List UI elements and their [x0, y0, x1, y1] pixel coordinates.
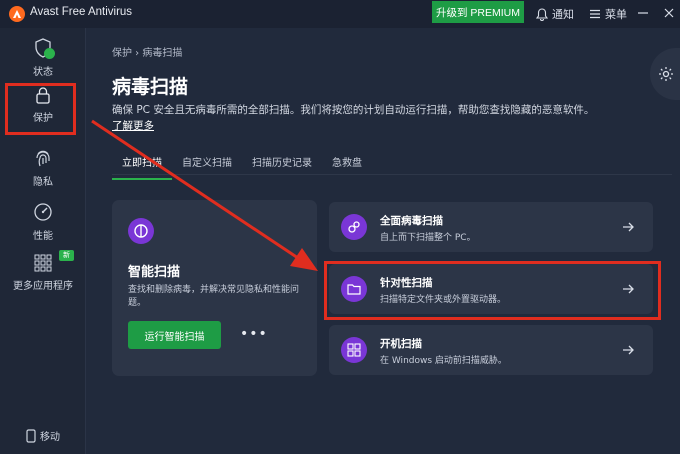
gear-icon: [659, 67, 673, 81]
menu-label: 菜单: [605, 8, 627, 21]
scan-option-title: 全面病毒扫描: [380, 215, 443, 227]
tab-divider: [112, 174, 672, 175]
learn-more-link[interactable]: 了解更多: [112, 120, 154, 132]
settings-button[interactable]: [650, 48, 680, 100]
speedometer-icon: [34, 203, 52, 221]
arrow-right-icon: [623, 222, 634, 232]
description-text: 确保 PC 安全且无病毒所需的全部扫描。我们将按您的计划自动运行扫描，帮助您查找…: [112, 104, 595, 116]
bell-icon: [536, 7, 548, 21]
upgrade-premium-button[interactable]: 升级到 PREMIUM: [432, 1, 524, 23]
app-title: Avast Free Antivirus: [30, 6, 133, 18]
title-bar: Avast Free Antivirus 升级到 PREMIUM 通知 菜单: [0, 0, 680, 28]
tab-scan-history[interactable]: 扫描历史记录: [242, 150, 322, 180]
more-options-button[interactable]: •••: [240, 326, 268, 342]
sidebar-item-label: 保护: [33, 113, 53, 124]
notifications-button[interactable]: 通知: [536, 6, 574, 22]
lock-icon: [36, 87, 50, 104]
smart-scan-title: 智能扫描: [128, 265, 181, 280]
arrow-right-icon: [623, 345, 634, 355]
avast-logo-icon: [9, 6, 25, 22]
new-badge: 新: [59, 250, 74, 261]
fingerprint-icon: [36, 150, 50, 167]
menu-button[interactable]: 菜单: [589, 6, 627, 22]
full-virus-scan-card[interactable]: 全面病毒扫描 自上而下扫描整个 PC。: [329, 202, 653, 252]
annotation-highlight-targeted-scan: [324, 261, 661, 320]
sidebar-item-mobile[interactable]: 移动: [0, 428, 86, 443]
sidebar-item-label: 状态: [33, 67, 53, 78]
phone-icon: [26, 428, 36, 443]
smart-scan-icon: [128, 218, 154, 244]
hamburger-icon: [590, 9, 600, 19]
minimize-icon[interactable]: [634, 4, 652, 22]
scan-option-title: 开机扫描: [380, 338, 422, 350]
sidebar-item-label: 性能: [33, 231, 53, 242]
check-badge-icon: [44, 48, 55, 59]
grid-icon: [34, 254, 52, 272]
tab-custom-scan[interactable]: 自定义扫描: [172, 150, 242, 180]
sidebar-item-label: 更多应用程序: [13, 281, 73, 292]
tab-bar: 立即扫描 自定义扫描 扫描历史记录 急救盘: [112, 150, 372, 180]
tab-scan-now[interactable]: 立即扫描: [112, 150, 172, 180]
close-icon[interactable]: [660, 4, 678, 22]
boot-time-scan-card[interactable]: 开机扫描 在 Windows 启动前扫描威胁。: [329, 325, 653, 375]
tab-rescue-disk[interactable]: 急救盘: [322, 150, 372, 180]
sidebar-item-protection[interactable]: 保护: [0, 86, 86, 124]
page-title: 病毒扫描: [112, 76, 189, 98]
scan-option-subtitle: 自上而下扫描整个 PC。: [380, 233, 476, 243]
sidebar-item-label: 移动: [40, 432, 60, 443]
sidebar-item-privacy[interactable]: 隐私: [0, 148, 86, 188]
windows-grid-icon: [341, 337, 367, 363]
sidebar-item-performance[interactable]: 性能: [0, 202, 86, 242]
scan-option-subtitle: 在 Windows 启动前扫描威胁。: [380, 356, 507, 366]
breadcrumb: 保护 › 病毒扫描: [112, 48, 183, 59]
notifications-label: 通知: [552, 8, 574, 21]
run-smart-scan-button[interactable]: 运行智能扫描: [128, 321, 221, 349]
sidebar-item-status[interactable]: 状态: [0, 38, 86, 78]
sidebar: 状态 保护 隐私 性能 更多应用程序 新 移动: [0, 28, 86, 454]
microbe-icon: [341, 214, 367, 240]
page-description: 确保 PC 安全且无病毒所需的全部扫描。我们将按您的计划自动运行扫描，帮助您查找…: [112, 102, 602, 134]
sidebar-item-label: 隐私: [33, 177, 53, 188]
smart-scan-description: 查找和删除病毒，并解决常见隐私和性能问题。: [128, 285, 300, 308]
smart-scan-card: 智能扫描 查找和删除病毒，并解决常见隐私和性能问题。 运行智能扫描 •••: [112, 200, 317, 376]
